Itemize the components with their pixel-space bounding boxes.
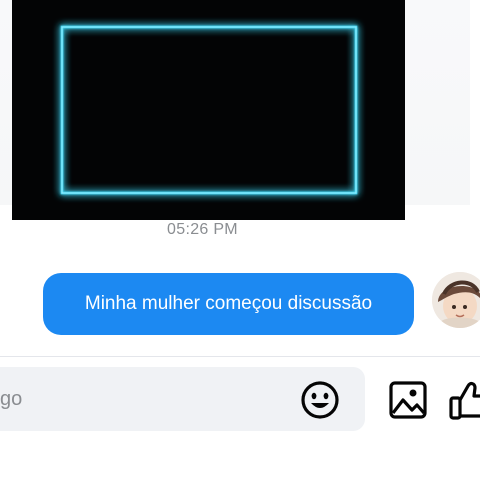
- like-button[interactable]: [448, 378, 480, 422]
- video-message[interactable]: [12, 0, 405, 220]
- avatar[interactable]: [432, 272, 480, 328]
- image-icon: [389, 381, 427, 419]
- smiley-icon: [301, 381, 339, 419]
- message-timestamp: 05:26 PM: [167, 221, 238, 238]
- message-text: Minha mulher começou discussão: [84, 293, 373, 314]
- neon-frame: [60, 25, 358, 195]
- composer-divider: [0, 356, 480, 357]
- message-input-placeholder: go: [0, 388, 23, 410]
- gallery-button[interactable]: [388, 380, 428, 420]
- outgoing-message-bubble[interactable]: Minha mulher começou discussão: [43, 273, 414, 335]
- emoji-button[interactable]: [299, 379, 341, 421]
- avatar-icon: [432, 272, 480, 328]
- neon-frame-graphic: [60, 25, 358, 195]
- thumbs-up-icon: [449, 381, 480, 420]
